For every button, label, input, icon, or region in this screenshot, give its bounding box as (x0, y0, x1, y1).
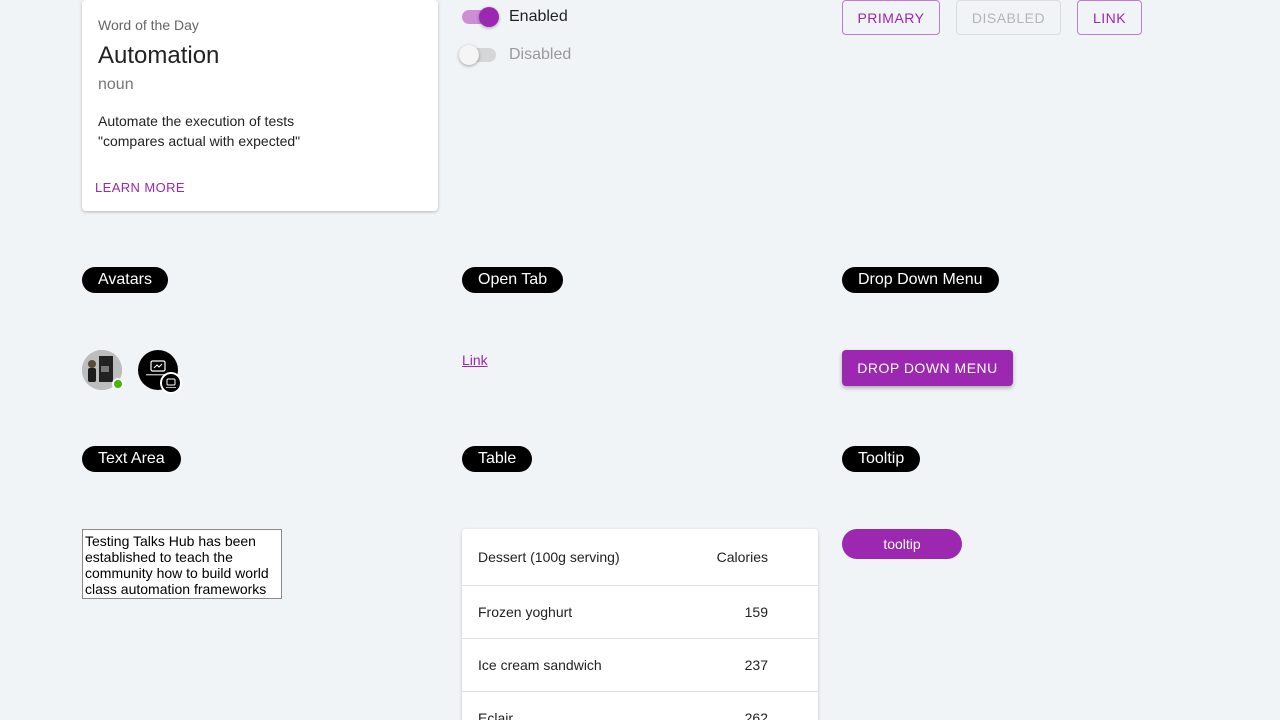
tooltip-button[interactable]: tooltip (842, 529, 962, 559)
switch-track-disabled (459, 45, 496, 65)
card-part-of-speech: noun (98, 76, 134, 93)
switch-track[interactable] (462, 7, 499, 27)
table-cell-calories: 262 (744, 710, 768, 720)
open-tab-link[interactable]: Link (462, 352, 488, 368)
switch-thumb[interactable] (479, 7, 499, 27)
drop-down-menu-button[interactable]: DROP DOWN MENU (842, 350, 1013, 386)
table-row: Ice cream sandwich 237 (462, 639, 818, 692)
section-open-tab: Open Tab (462, 267, 564, 293)
table-row: Frozen yoghurt 159 (462, 586, 818, 639)
switch-thumb-disabled (459, 45, 479, 65)
link-button[interactable]: LINK (1077, 0, 1142, 35)
online-status-dot (112, 378, 124, 390)
card-eyebrow: Word of the Day (98, 17, 199, 33)
dessert-table: Dessert (100g serving) Calories Frozen y… (462, 529, 818, 720)
table-header-row: Dessert (100g serving) Calories (462, 529, 818, 586)
table-header-calories: Calories (716, 549, 768, 565)
disabled-switch: Disabled (459, 45, 572, 65)
disabled-button: DISABLED (956, 0, 1061, 35)
table-cell-calories: 237 (744, 657, 768, 673)
section-table: Table (462, 446, 533, 472)
table-cell-calories: 159 (744, 604, 768, 620)
learn-more-button[interactable]: LEARN MORE (95, 180, 185, 195)
card-word: Automation (98, 42, 220, 69)
disabled-switch-label: Disabled (509, 46, 572, 63)
table-cell-dessert: Ice cream sandwich (478, 657, 602, 673)
table-cell-dessert: Frozen yoghurt (478, 604, 573, 620)
table-cell-dessert: Eclair (478, 710, 514, 720)
text-area[interactable]: Testing Talks Hub has been established t… (82, 529, 282, 599)
section-tooltip: Tooltip (842, 446, 921, 472)
section-text-area: Text Area (82, 446, 181, 472)
card-definition: Automate the execution of tests "compare… (98, 111, 300, 151)
table-header-dessert: Dessert (100g serving) (478, 549, 620, 565)
primary-button[interactable]: PRIMARY (842, 0, 940, 35)
enabled-switch-label: Enabled (509, 8, 568, 25)
enabled-switch[interactable]: Enabled (462, 7, 568, 27)
table-row: Eclair 262 (462, 692, 818, 720)
badge-logo-icon (160, 372, 182, 394)
word-of-day-card: Word of the Day Automation noun Automate… (82, 0, 438, 211)
card-definition-line2: "compares actual with expected" (98, 133, 301, 149)
section-avatars: Avatars (82, 267, 168, 293)
card-definition-line1: Automate the execution of tests (98, 113, 295, 129)
avatar-person[interactable] (82, 350, 124, 390)
avatar-testing-talks[interactable] (138, 350, 182, 394)
section-drop-down-menu: Drop Down Menu (842, 267, 999, 293)
